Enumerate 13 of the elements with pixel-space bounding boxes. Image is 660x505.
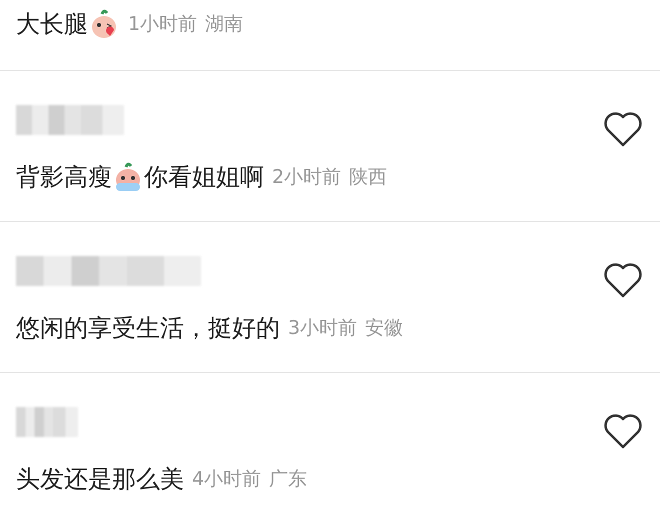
comment-location: 湖南 bbox=[205, 12, 244, 37]
comment-time: 1小时前 bbox=[128, 12, 198, 37]
comment-text: 大长腿 bbox=[16, 9, 88, 40]
comment-location: 安徽 bbox=[365, 316, 404, 341]
comment-time: 4小时前 bbox=[192, 467, 262, 492]
comment-location: 广东 bbox=[269, 467, 308, 492]
comment-text: 悠闲的享受生活，挺好的 bbox=[16, 313, 280, 344]
comment-text: 你看姐姐啊 bbox=[144, 162, 264, 193]
comment-text: 背影高瘦 bbox=[16, 162, 112, 193]
comment-time: 3小时前 bbox=[288, 316, 358, 341]
comment-location: 陕西 bbox=[349, 165, 388, 190]
comment-text: 头发还是那么美 bbox=[16, 464, 184, 495]
comment-time: 2小时前 bbox=[272, 165, 342, 190]
